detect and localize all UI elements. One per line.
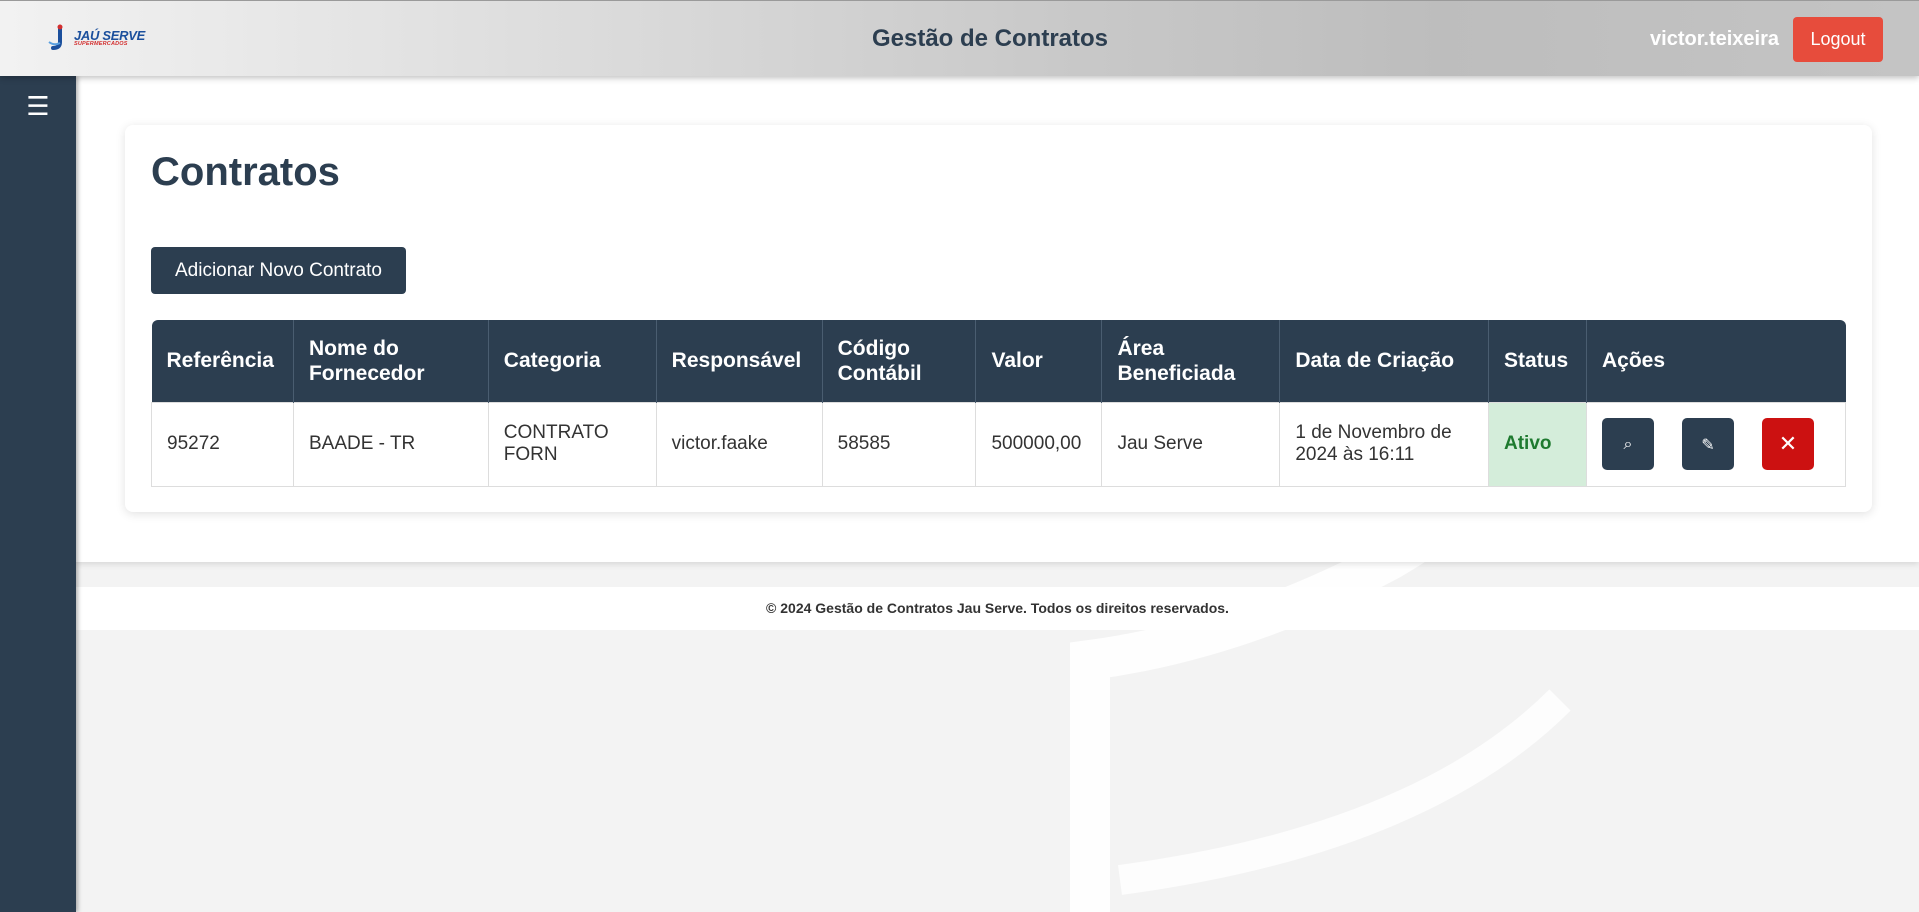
column-header: Status (1488, 320, 1587, 402)
app-title: Gestão de Contratos (871, 25, 1109, 52)
pencil-icon: ✎ (1701, 434, 1715, 454)
column-header: Código Contábil (822, 320, 977, 402)
current-username: victor.teixeira (1650, 28, 1779, 50)
search-icon: ⌕ (1623, 434, 1633, 453)
cell-responsavel: victor.faake (655, 401, 823, 487)
cell-valor: 500000,00 (975, 401, 1103, 487)
cell-fornecedor: BAADE - TR (292, 401, 489, 487)
column-header: Categoria (488, 320, 657, 402)
column-header: Responsável (656, 320, 823, 402)
column-header: Ações (1586, 320, 1846, 402)
cell-categoria: CONTRATO FORN (487, 401, 657, 487)
status-badge: Ativo (1488, 401, 1587, 487)
page-footer: © 2024 Gestão de Contratos Jau Serve. To… (76, 587, 1919, 630)
sidebar: ☰ (0, 76, 76, 912)
cell-codigo-contabil: 58585 (821, 401, 977, 487)
logout-button[interactable]: Logout (1793, 17, 1883, 62)
footer-copyright: © 2024 Gestão de Contratos Jau Serve. To… (766, 600, 1229, 616)
view-contract-button[interactable]: ⌕ (1601, 418, 1654, 470)
edit-contract-button[interactable]: ✎ (1681, 418, 1734, 470)
column-header: Área Beneficiada (1101, 320, 1281, 402)
table-header-row: Referência Nome do Fornecedor Categoria … (151, 320, 1846, 402)
add-contract-button[interactable]: Adicionar Novo Contrato (151, 247, 406, 294)
table-row: 95272 BAADE - TR CONTRATO FORN victor.fa… (151, 401, 1847, 487)
top-header: JAÚ SERVE SUPERMERCADOS Gestão de Contra… (0, 0, 1919, 76)
column-header: Valor (975, 320, 1103, 402)
column-header: Referência (151, 320, 294, 402)
contracts-table: Referência Nome do Fornecedor Categoria … (151, 320, 1847, 487)
main-content: Contratos Adicionar Novo Contrato Referê… (76, 76, 1919, 562)
cell-referencia: 95272 (151, 401, 294, 487)
cell-data-criacao: 1 de Novembro de 2024 às 16:11 (1279, 401, 1489, 487)
column-header: Data de Criação (1279, 320, 1489, 402)
page-title: Contratos (151, 150, 340, 194)
delete-contract-button[interactable]: ✕ (1761, 418, 1814, 470)
hamburger-menu-icon[interactable]: ☰ (24, 93, 52, 121)
cell-actions: ⌕ ✎ ✕ (1585, 401, 1847, 487)
close-icon: ✕ (1778, 431, 1798, 457)
cell-area-beneficiada: Jau Serve (1101, 401, 1281, 487)
contracts-card: Contratos Adicionar Novo Contrato Referê… (125, 125, 1872, 512)
column-header: Nome do Fornecedor (293, 320, 489, 402)
